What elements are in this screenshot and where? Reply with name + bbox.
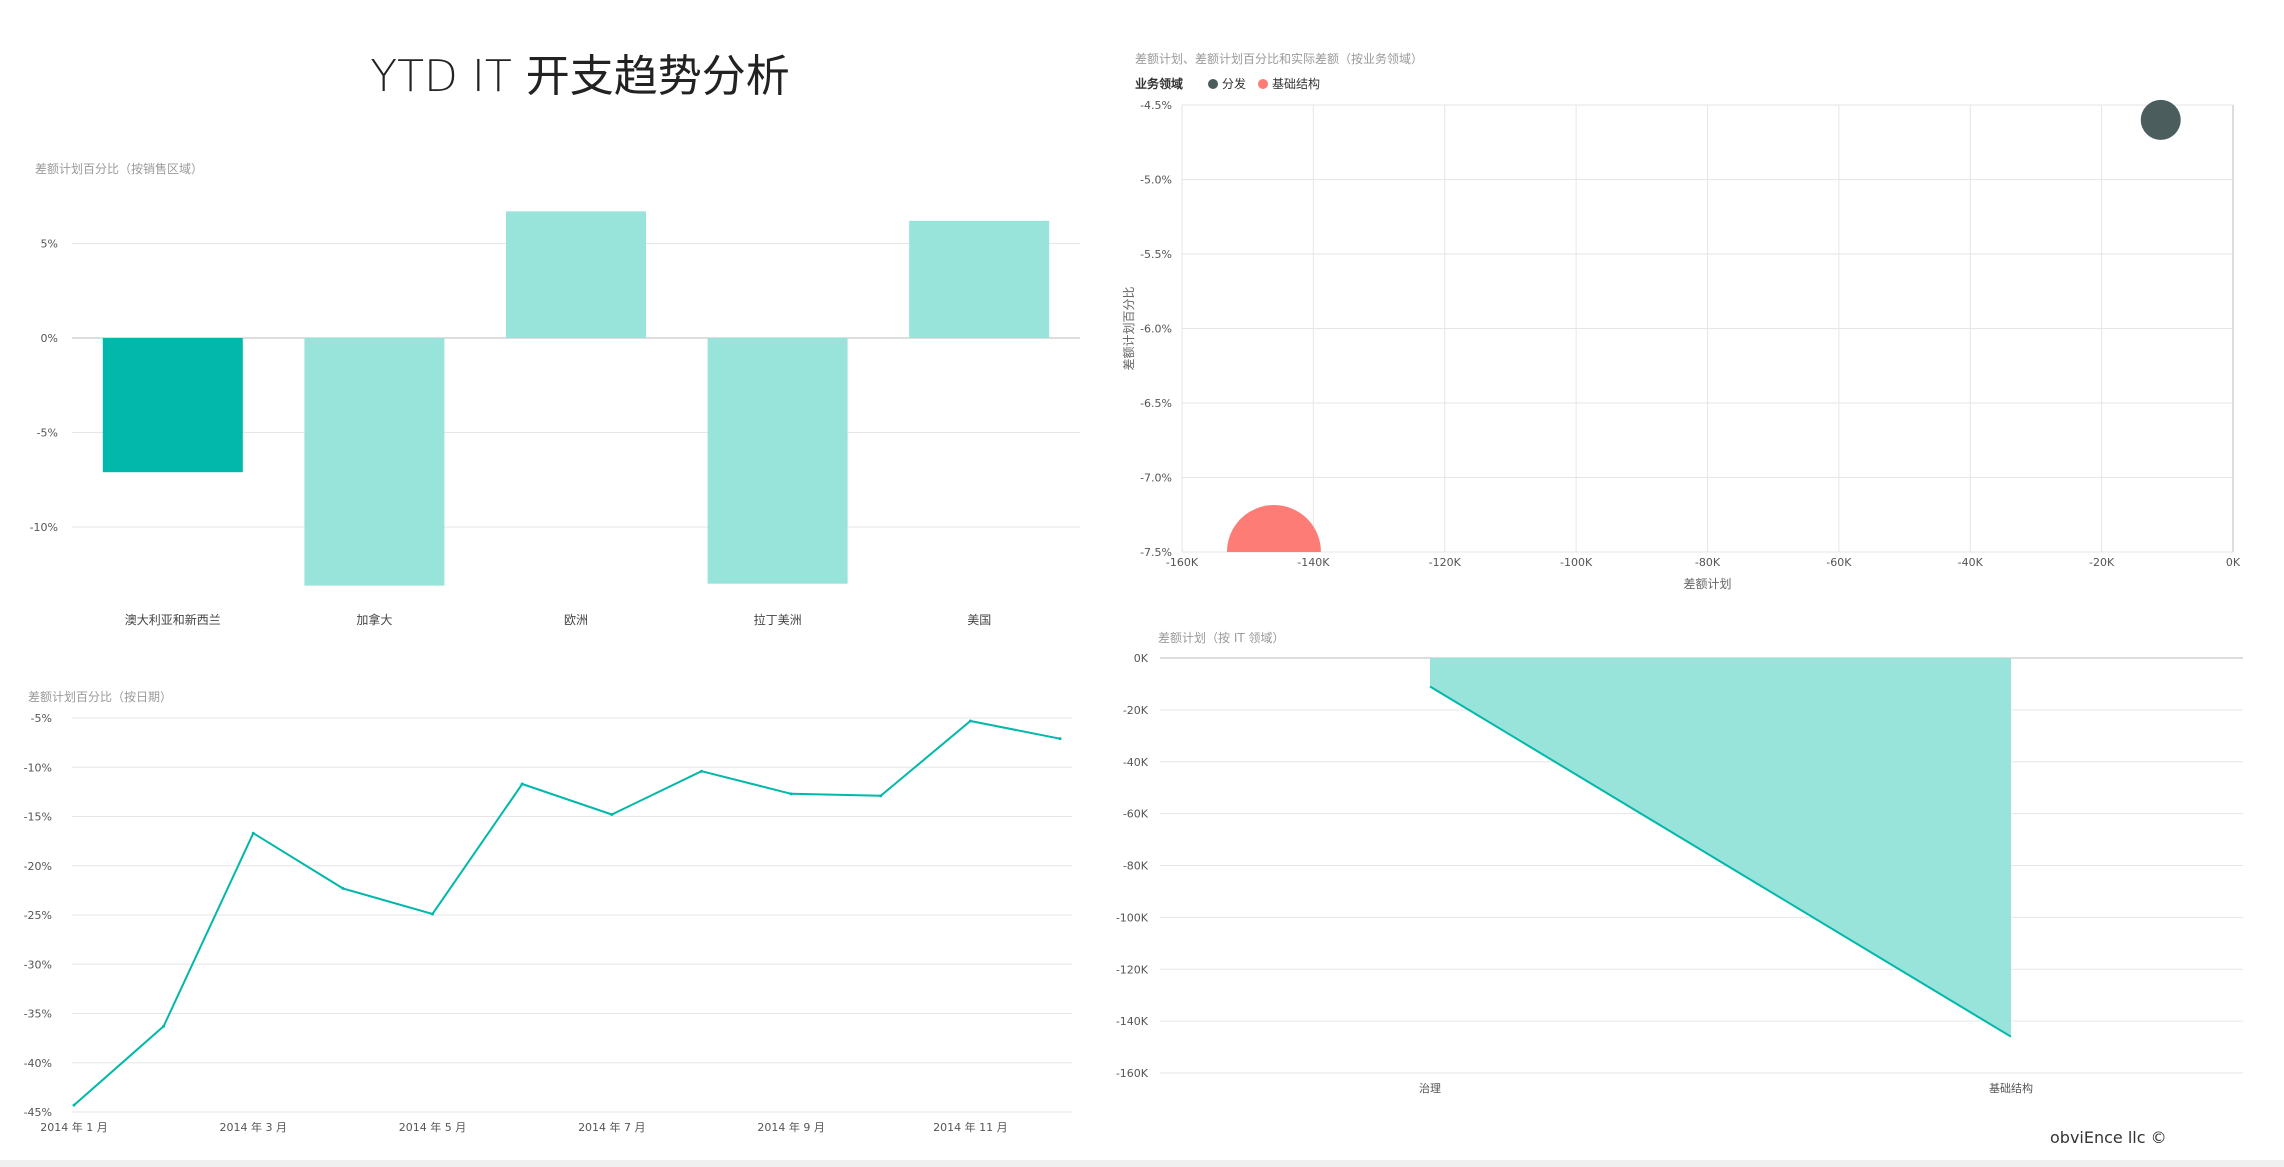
y-tick-label: -7.0%	[1140, 472, 1172, 485]
data-point	[699, 769, 703, 773]
y-tick-label: 0K	[1134, 652, 1149, 665]
x-tick-label: -140K	[1297, 556, 1330, 569]
bubble	[2140, 99, 2181, 140]
y-tick-label: -6.5%	[1140, 397, 1172, 410]
y-tick-label: -25%	[24, 909, 52, 922]
x-tick-label: -120K	[1429, 556, 1462, 569]
y-tick-label: -5%	[31, 712, 52, 725]
series-line	[73, 719, 1061, 1106]
page-tabs-strip	[0, 1160, 2284, 1167]
y-tick-label: -100K	[1116, 911, 1149, 924]
legend-label: 基础结构	[1272, 76, 1320, 91]
y-tick-label: -30%	[24, 958, 52, 971]
bubble	[1226, 505, 1321, 552]
legend-title: 业务领域	[1135, 76, 1183, 91]
y-tick-label: -4.5%	[1140, 99, 1172, 112]
data-point	[879, 794, 883, 798]
data-point	[72, 1103, 76, 1107]
data-point	[789, 792, 793, 796]
y-tick-label: -6.0%	[1140, 323, 1172, 336]
bar	[506, 211, 646, 338]
charts-canvas: 5% 0% -5% -10% 澳大利亚和新西兰 加拿大 欧洲 拉丁美洲 美国 -5% -10% -15…	[24, 76, 2243, 1134]
y-tick-label: -35%	[24, 1008, 52, 1021]
data-point	[341, 886, 345, 890]
data-point	[968, 719, 972, 723]
y-tick-label: -60K	[1123, 808, 1149, 821]
data-point	[431, 912, 435, 916]
legend-marker	[1208, 79, 1218, 89]
y-tick-label: -15%	[24, 811, 52, 824]
data-point	[520, 782, 524, 786]
y-tick-label: -5.5%	[1140, 248, 1172, 261]
x-category-label: 欧洲	[564, 613, 588, 627]
y-axis-title: 差额计划百分比	[1122, 286, 1136, 370]
x-tick-label: -100K	[1560, 556, 1593, 569]
bar	[102, 338, 243, 473]
bar	[707, 338, 848, 584]
copyright-footer: obviEnce llc ©	[2050, 1128, 2167, 1147]
y-tick-label: -120K	[1116, 963, 1149, 976]
x-category-label: 加拿大	[356, 612, 392, 627]
bar	[909, 220, 1050, 338]
x-tick-label: 2014 年 5 月	[399, 1120, 466, 1134]
y-tick-label: -80K	[1123, 860, 1149, 873]
y-tick-label: -5.0%	[1140, 174, 1172, 187]
x-tick-label: 2014 年 11 月	[933, 1120, 1007, 1134]
data-point	[610, 813, 614, 817]
x-category-label: 治理	[1419, 1081, 1441, 1095]
x-tick-label: 0K	[2226, 556, 2241, 569]
x-tick-label: 2014 年 7 月	[578, 1120, 645, 1134]
y-tick-label: -7.5%	[1140, 546, 1172, 559]
bar	[304, 338, 445, 586]
data-point	[162, 1024, 166, 1028]
y-tick-label: -10%	[24, 761, 52, 774]
y-tick-label: -20%	[24, 860, 52, 873]
y-tick-label: -45%	[24, 1106, 52, 1119]
x-category-label: 基础结构	[1989, 1081, 2033, 1095]
y-tick-label: -10%	[30, 521, 58, 534]
x-tick-label: 2014 年 9 月	[757, 1120, 824, 1134]
y-tick-label: -40%	[24, 1057, 52, 1070]
y-tick-label: -20K	[1123, 704, 1149, 717]
y-tick-label: 5%	[41, 238, 58, 251]
data-point	[1058, 737, 1062, 741]
y-tick-label: -140K	[1116, 1015, 1149, 1028]
x-tick-label: -20K	[2089, 556, 2115, 569]
legend-label: 分发	[1222, 76, 1246, 91]
x-tick-label: 2014 年 1 月	[40, 1120, 107, 1134]
y-tick-label: -5%	[37, 427, 58, 440]
data-point	[251, 831, 255, 835]
x-tick-label: 2014 年 3 月	[220, 1120, 287, 1134]
x-tick-label: -40K	[1958, 556, 1984, 569]
x-category-label: 澳大利亚和新西兰	[125, 612, 221, 627]
y-tick-label: 0%	[41, 332, 58, 345]
x-category-label: 美国	[967, 613, 991, 627]
area-fill	[1430, 658, 2011, 1037]
x-tick-label: -60K	[1826, 556, 1852, 569]
x-tick-label: -80K	[1695, 556, 1721, 569]
y-tick-label: -40K	[1123, 756, 1149, 769]
legend-marker	[1258, 79, 1268, 89]
x-category-label: 拉丁美洲	[754, 612, 802, 627]
y-tick-label: -160K	[1116, 1067, 1149, 1080]
x-axis-title: 差额计划	[1683, 577, 1731, 591]
